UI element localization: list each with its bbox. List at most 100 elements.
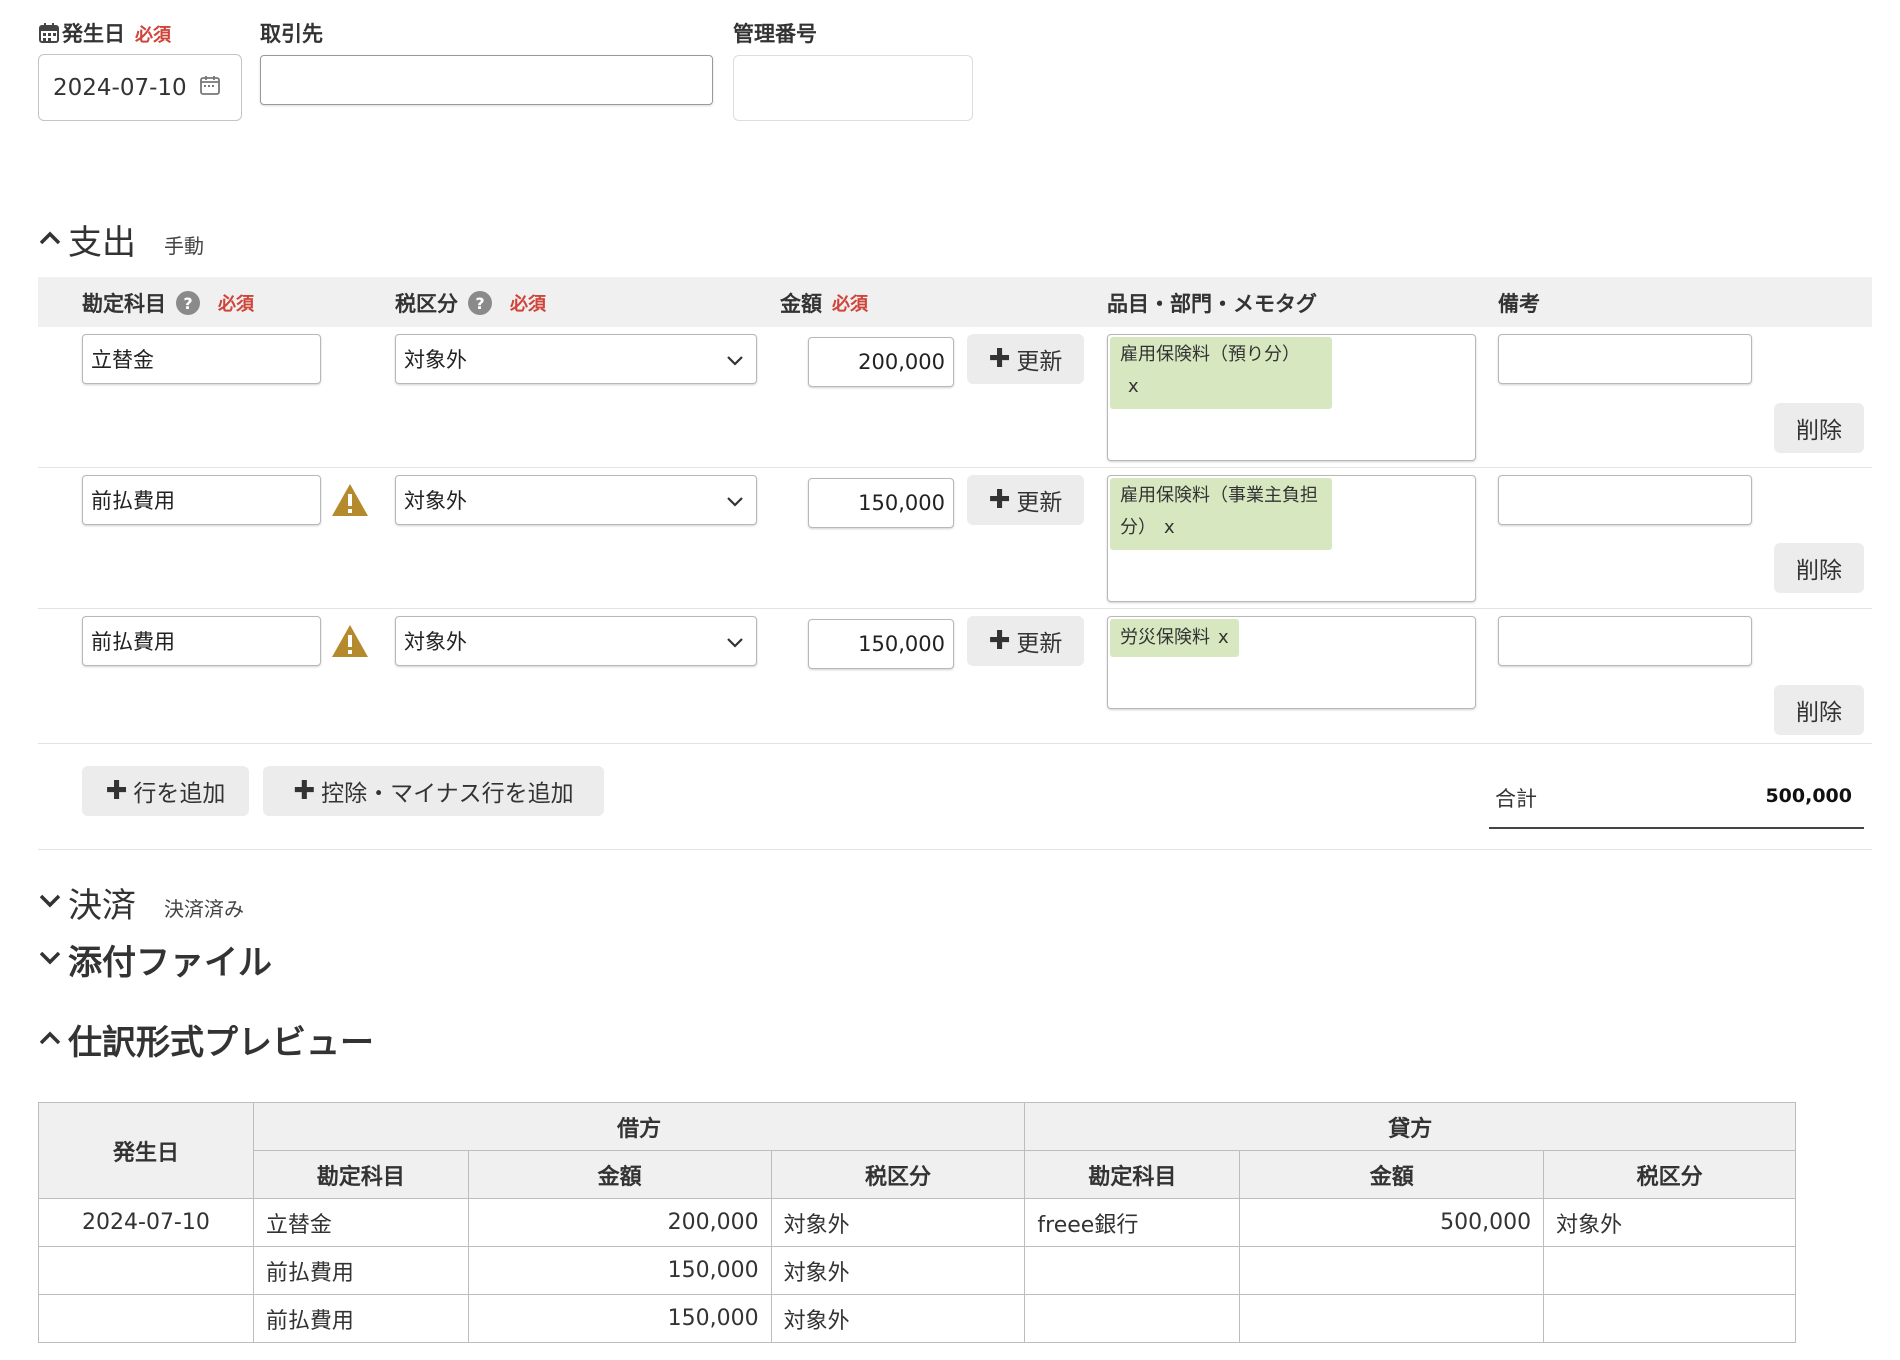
- tag-remove-x[interactable]: x: [1164, 517, 1175, 538]
- cell-date: 2024-07-10: [38, 1198, 254, 1247]
- col-tax: 税区分? 必須: [395, 291, 546, 316]
- row-divider: [38, 743, 1872, 744]
- preview-section-header[interactable]: 仕訳形式プレビュー: [38, 1015, 374, 1064]
- journal-preview-table: 発生日 借方 貸方 勘定科目 金額 税区分 勘定科目 金額 税区分 2024-0…: [38, 1102, 1796, 1343]
- chevron-down-icon: [726, 629, 744, 653]
- update-button[interactable]: ✚ 更新: [967, 475, 1084, 525]
- cell-date: [38, 1246, 254, 1295]
- amount-input[interactable]: 150,000: [808, 478, 954, 528]
- required-badge: 必須: [135, 25, 171, 46]
- th-credit-amount: 金額: [1239, 1150, 1545, 1199]
- delete-button[interactable]: 削除: [1774, 403, 1864, 453]
- chevron-up-icon: [38, 230, 62, 250]
- calendar-picker-icon[interactable]: [199, 74, 221, 102]
- plus-icon: ✚: [988, 344, 1011, 374]
- cell-debit-account: 前払費用: [252, 1246, 469, 1295]
- cell-date: [38, 1294, 254, 1343]
- plus-icon: ✚: [988, 626, 1011, 656]
- calendar-icon: [38, 22, 60, 49]
- cell-debit-tax: 対象外: [770, 1198, 1026, 1247]
- chevron-down-icon: [38, 893, 62, 913]
- cell-credit-account: [1024, 1246, 1241, 1295]
- chevron-up-icon: [38, 1030, 62, 1050]
- expense-title: 支出: [68, 223, 136, 263]
- tag-chip: 労災保険料 x: [1110, 619, 1239, 657]
- account-input[interactable]: 前払費用: [82, 616, 321, 666]
- preview-title: 仕訳形式プレビュー: [68, 1023, 374, 1063]
- cell-credit-tax: 対象外: [1543, 1198, 1796, 1247]
- delete-button[interactable]: 削除: [1774, 685, 1864, 735]
- th-debit: 借方: [252, 1102, 1026, 1151]
- col-account: 勘定科目? 必須: [82, 291, 254, 316]
- settlement-section-header[interactable]: 決済 決済済み: [38, 878, 244, 927]
- memo-input[interactable]: [1498, 616, 1752, 666]
- amount-input[interactable]: 150,000: [808, 619, 954, 669]
- expense-section-header[interactable]: 支出 手動: [38, 215, 204, 264]
- total-label: 合計: [1495, 787, 1537, 811]
- th-debit-amount: 金額: [467, 1150, 772, 1199]
- amount-input[interactable]: 200,000: [808, 337, 954, 387]
- th-credit: 貸方: [1024, 1102, 1796, 1151]
- tag-chip: 雇用保険料（預り分） x: [1110, 337, 1332, 409]
- tag-box[interactable]: 雇用保険料（預り分） x: [1107, 334, 1476, 461]
- col-tags: 品目・部門・メモタグ: [1107, 292, 1317, 316]
- th-date: 発生日: [38, 1102, 254, 1199]
- row-divider: [38, 467, 1872, 468]
- cell-debit-account: 立替金: [252, 1198, 469, 1247]
- date-value: 2024-07-10: [53, 74, 187, 101]
- delete-button[interactable]: 削除: [1774, 543, 1864, 593]
- partner-input[interactable]: [260, 55, 713, 105]
- account-input[interactable]: 立替金: [82, 334, 321, 384]
- settlement-status: 決済済み: [164, 897, 244, 921]
- tag-box[interactable]: 雇用保険料（事業主負担分） x: [1107, 475, 1476, 602]
- col-amount: 金額 必須: [780, 292, 868, 316]
- cell-debit-amount: 150,000: [467, 1246, 772, 1295]
- help-icon[interactable]: ?: [468, 291, 492, 315]
- account-input[interactable]: 前払費用: [82, 475, 321, 525]
- cell-debit-amount: 200,000: [467, 1198, 772, 1247]
- section-divider: [38, 849, 1872, 850]
- tag-chip: 雇用保険料（事業主負担分） x: [1110, 478, 1332, 550]
- memo-input[interactable]: [1498, 475, 1752, 525]
- add-deduction-row-button[interactable]: ✚ 控除・マイナス行を追加: [263, 766, 604, 816]
- date-field-label: 発生日 必須: [38, 18, 171, 49]
- cell-credit-amount: 500,000: [1239, 1198, 1545, 1247]
- manage-number-label: 管理番号: [733, 22, 817, 46]
- th-credit-tax: 税区分: [1543, 1150, 1796, 1199]
- update-button[interactable]: ✚ 更新: [967, 616, 1084, 666]
- total-underline: [1489, 827, 1864, 829]
- manage-number-input[interactable]: [733, 55, 973, 121]
- tag-remove-x[interactable]: x: [1128, 376, 1139, 397]
- cell-debit-tax: 対象外: [770, 1246, 1026, 1295]
- table-row: 前払費用 150,000 対象外: [38, 1246, 1796, 1295]
- plus-icon: ✚: [988, 485, 1011, 515]
- tax-select[interactable]: 対象外: [395, 475, 757, 525]
- tag-remove-x[interactable]: x: [1218, 627, 1229, 648]
- memo-input[interactable]: [1498, 334, 1752, 384]
- chevron-down-icon: [726, 347, 744, 371]
- tag-box[interactable]: 労災保険料 x: [1107, 616, 1476, 709]
- attachments-title: 添付ファイル: [68, 943, 272, 983]
- add-row-button[interactable]: ✚ 行を追加: [82, 766, 249, 816]
- settlement-title: 決済: [68, 886, 136, 926]
- cell-credit-amount: [1239, 1246, 1545, 1295]
- th-debit-tax: 税区分: [770, 1150, 1026, 1199]
- plus-icon: ✚: [105, 776, 128, 806]
- cell-credit-account: freee銀行: [1024, 1198, 1241, 1247]
- cell-credit-account: [1024, 1294, 1241, 1343]
- help-icon[interactable]: ?: [176, 291, 200, 315]
- tax-select[interactable]: 対象外: [395, 334, 757, 384]
- attachments-section-header[interactable]: 添付ファイル: [38, 935, 272, 984]
- date-input[interactable]: 2024-07-10: [38, 54, 242, 121]
- cell-credit-tax: [1543, 1246, 1796, 1295]
- table-row: 2024-07-10 立替金 200,000 対象外 freee銀行 500,0…: [38, 1198, 1796, 1247]
- tax-select[interactable]: 対象外: [395, 616, 757, 666]
- warning-icon[interactable]: [330, 623, 370, 663]
- expense-mode: 手動: [164, 234, 204, 258]
- table-row: 前払費用 150,000 対象外: [38, 1294, 1796, 1343]
- update-button[interactable]: ✚ 更新: [967, 334, 1084, 384]
- cell-debit-tax: 対象外: [770, 1294, 1026, 1343]
- warning-icon[interactable]: [330, 482, 370, 522]
- col-memo: 備考: [1498, 292, 1540, 316]
- chevron-down-icon: [726, 488, 744, 512]
